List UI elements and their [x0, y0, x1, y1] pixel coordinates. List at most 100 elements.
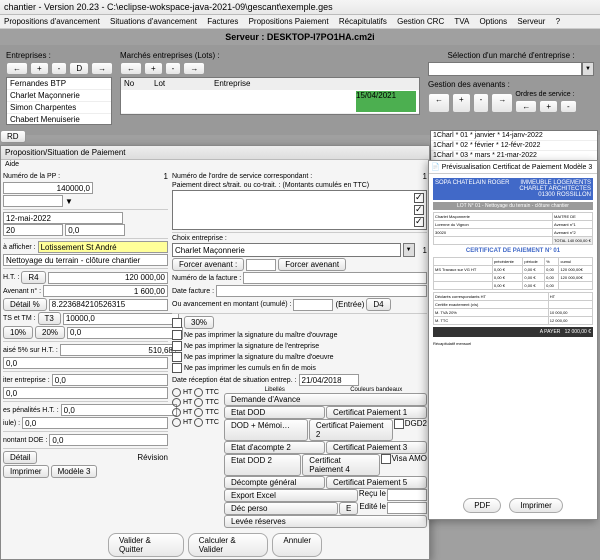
- marche-del[interactable]: -: [165, 62, 182, 75]
- detail-pct-button[interactable]: Détail %: [3, 298, 47, 311]
- chk-2[interactable]: [414, 205, 424, 215]
- menu-crc[interactable]: Gestion CRC: [397, 17, 444, 26]
- marches-table[interactable]: NoLotEntreprise 15/04/2021: [120, 77, 420, 115]
- r-ttc3[interactable]: [194, 408, 203, 417]
- forcer-input[interactable]: [246, 259, 276, 271]
- date-input[interactable]: [3, 212, 123, 224]
- dropdown-arrow-icon[interactable]: ▼: [403, 243, 415, 257]
- chk-30[interactable]: [172, 318, 182, 328]
- btn-etat-dod[interactable]: Etat DOD: [224, 406, 325, 419]
- chk-dgd2[interactable]: [394, 419, 404, 429]
- list-item[interactable]: 1Charl * 01 * janvier * 14-janv-2022: [431, 131, 597, 141]
- ouav-input[interactable]: [293, 299, 333, 311]
- btn-export-excel[interactable]: Export Excel: [224, 489, 358, 502]
- t3-button[interactable]: T3: [38, 312, 61, 325]
- z3[interactable]: [52, 374, 168, 386]
- ent-add[interactable]: +: [30, 62, 49, 75]
- ent-next[interactable]: →: [91, 62, 113, 75]
- selection-input[interactable]: [428, 62, 582, 76]
- detail-button[interactable]: Détail: [3, 451, 37, 464]
- ent-del[interactable]: -: [51, 62, 68, 75]
- r-ht2[interactable]: [172, 398, 181, 407]
- os-add[interactable]: +: [539, 100, 558, 113]
- amount-input[interactable]: [3, 182, 93, 194]
- menu-propositions-paiement[interactable]: Propositions Paiement: [249, 17, 329, 26]
- r4-button[interactable]: R4: [21, 271, 45, 284]
- r-ht3[interactable]: [172, 408, 181, 417]
- avenant-value[interactable]: [43, 285, 168, 297]
- datefact-input[interactable]: [216, 285, 427, 297]
- p20-button[interactable]: 20%: [35, 326, 65, 339]
- av-next[interactable]: →: [491, 93, 513, 113]
- os-prev[interactable]: ←: [515, 100, 537, 113]
- v20-input[interactable]: [3, 224, 63, 236]
- marche-add[interactable]: +: [144, 62, 163, 75]
- btn-cert1[interactable]: Certificat Paiement 1: [326, 406, 427, 419]
- z2[interactable]: [3, 357, 168, 369]
- r-ttc1[interactable]: [194, 388, 203, 397]
- chk-sig3[interactable]: [172, 352, 182, 362]
- r-ht1[interactable]: [172, 388, 181, 397]
- av-add[interactable]: +: [452, 93, 471, 113]
- btn-e[interactable]: E: [339, 502, 358, 515]
- chk-sig2[interactable]: [172, 341, 182, 351]
- ent-d[interactable]: D: [69, 62, 89, 75]
- imprimer-button[interactable]: Imprimer: [3, 465, 49, 478]
- z4[interactable]: [61, 404, 177, 416]
- recu-input[interactable]: [387, 489, 427, 501]
- lot-input[interactable]: [38, 241, 168, 253]
- btn-cert5[interactable]: Certificat Paiement 5: [326, 476, 427, 489]
- btn-cert3[interactable]: Certificat Paiement 3: [326, 441, 427, 454]
- btn-levee[interactable]: Levée réserves: [224, 515, 427, 528]
- r4-value[interactable]: [48, 272, 168, 284]
- r-ht4[interactable]: [172, 418, 181, 427]
- btn-demande-avance[interactable]: Demande d'Avance: [224, 393, 427, 406]
- menu-serveur[interactable]: Serveur: [517, 17, 545, 26]
- btn-acompte2[interactable]: Etat d'acompte 2: [224, 441, 325, 454]
- forcer1-button[interactable]: Forcer avenant :: [172, 258, 244, 271]
- z3b[interactable]: [3, 387, 168, 399]
- ent-prev[interactable]: ←: [6, 62, 28, 75]
- v00-input[interactable]: [65, 224, 125, 236]
- selection-combo[interactable]: ▼: [428, 62, 594, 76]
- list-item[interactable]: Chabert Menuiserie: [7, 114, 111, 125]
- p10-button[interactable]: 10%: [3, 326, 33, 339]
- rd-button[interactable]: RD: [0, 130, 26, 143]
- btn-cert2[interactable]: Certificat Paiement 2: [309, 419, 393, 441]
- r-ttc4[interactable]: [194, 418, 203, 427]
- btn-decompte[interactable]: Décompte général: [224, 476, 325, 489]
- edite-input[interactable]: [387, 502, 427, 514]
- chk-3[interactable]: [414, 217, 424, 227]
- annuler-button[interactable]: Annuler: [272, 533, 322, 557]
- btn-cert4[interactable]: Certificat Paiement 4: [302, 454, 379, 476]
- p30-button[interactable]: 30%: [184, 316, 214, 329]
- chk-sig1[interactable]: [172, 330, 182, 340]
- btn-dec-perso[interactable]: Déc perso: [224, 502, 338, 515]
- chk-sig4[interactable]: [172, 363, 182, 373]
- list-item[interactable]: Simon Charpentes: [7, 102, 111, 114]
- nett-input[interactable]: [3, 254, 168, 266]
- btn-dod2[interactable]: Etat DOD 2: [224, 454, 301, 476]
- calculer-valider-button[interactable]: Calculer & Valider: [188, 533, 269, 557]
- menu-situations[interactable]: Situations d'avancement: [110, 17, 197, 26]
- detail-val[interactable]: [49, 299, 168, 311]
- z6[interactable]: [49, 434, 168, 446]
- menu-tva[interactable]: TVA: [454, 17, 469, 26]
- list-item[interactable]: 1Charl * 02 * février * 12-févr-2022: [431, 141, 597, 151]
- list-item[interactable]: Charlet Maçonnerie: [7, 90, 111, 102]
- pdf-button[interactable]: PDF: [463, 498, 501, 513]
- daterec-input[interactable]: [299, 374, 359, 386]
- menu-options[interactable]: Options: [480, 17, 508, 26]
- z1[interactable]: [67, 327, 183, 339]
- choix-combo[interactable]: [172, 243, 401, 257]
- entreprises-list[interactable]: Fernandes BTP Charlet Maçonnerie Simon C…: [6, 77, 112, 125]
- menu-propositions-avancement[interactable]: Propositions d'avancement: [4, 17, 100, 26]
- marche-prev[interactable]: ←: [120, 62, 142, 75]
- marche-next[interactable]: →: [183, 62, 205, 75]
- forcer2-button[interactable]: Forcer avenant: [278, 258, 346, 271]
- list-item[interactable]: Fernandes BTP: [7, 78, 111, 90]
- os-del[interactable]: -: [560, 100, 577, 113]
- paiement-menu[interactable]: Aide: [1, 160, 429, 169]
- modele3-button[interactable]: Modèle 3: [51, 465, 98, 478]
- field-1[interactable]: [3, 195, 63, 207]
